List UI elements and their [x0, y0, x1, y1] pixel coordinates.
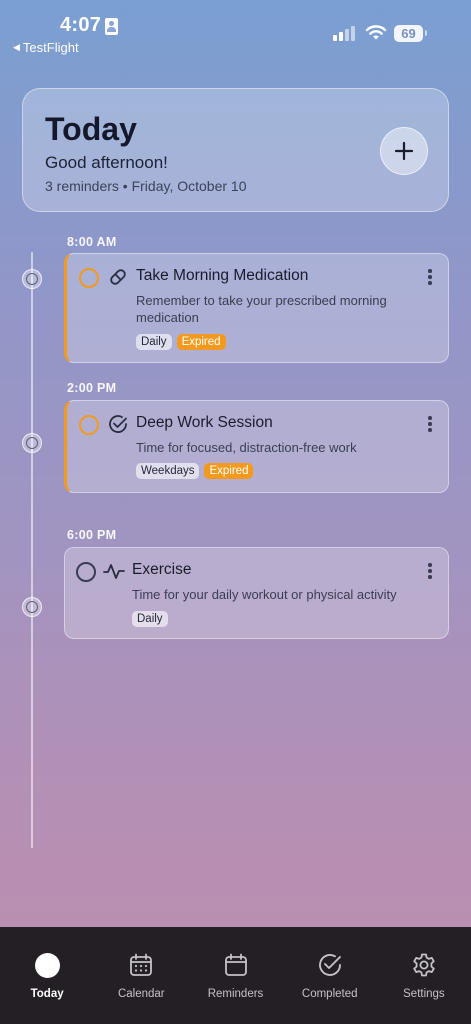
reminder-card-medication[interactable]: Take Morning Medication Remember to take…: [64, 253, 449, 363]
reminder-title: Exercise: [132, 561, 192, 578]
cellular-signal-icon: [333, 26, 355, 41]
plus-icon: [394, 141, 414, 161]
tab-label: Today: [30, 988, 64, 1000]
reminder-summary: 3 reminders • Friday, October 10: [45, 178, 247, 194]
reminder-description: Time for focused, distraction-free work: [136, 440, 357, 455]
tab-bar: Today Calendar Reminders Completed Setti…: [0, 927, 471, 1024]
reminder-time: 8:00 AM: [67, 235, 117, 249]
reminder-title: Take Morning Medication: [136, 267, 309, 284]
tab-reminders[interactable]: Reminders: [188, 927, 282, 1024]
reminder-description: Remember to take your prescribed morning…: [136, 293, 387, 325]
more-options-icon[interactable]: [428, 563, 432, 579]
timeline-dot: [22, 433, 42, 453]
gear-icon: [413, 953, 435, 977]
reminder-card-exercise[interactable]: Exercise Time for your daily workout or …: [64, 547, 449, 639]
tab-label: Calendar: [117, 988, 165, 1000]
pill-icon: [110, 269, 126, 285]
today-header-card: Today Good afternoon! 3 reminders • Frid…: [22, 88, 449, 212]
person-badge-icon: [105, 18, 118, 35]
reminder-tags: Daily Expired: [136, 334, 226, 350]
reminder-time: 2:00 PM: [67, 381, 117, 395]
tab-settings[interactable]: Settings: [377, 927, 471, 1024]
reminder-card-deep-work[interactable]: Deep Work Session Time for focused, dist…: [64, 400, 449, 493]
repeat-tag: Daily: [136, 334, 172, 350]
complete-toggle[interactable]: [79, 415, 99, 435]
tab-label: Settings: [403, 988, 445, 1000]
expired-badge: Expired: [176, 334, 226, 350]
activity-icon: [103, 564, 125, 579]
wifi-icon: [365, 25, 387, 40]
back-app-label: TestFlight: [22, 40, 79, 55]
expired-badge: Expired: [204, 463, 254, 479]
more-options-icon[interactable]: [428, 416, 432, 432]
page-title: Today: [45, 111, 137, 147]
back-arrow-icon: ◀: [13, 42, 20, 52]
calendar-grid-icon: [130, 953, 153, 976]
check-circle-icon: [109, 415, 127, 433]
reminder-title: Deep Work Session: [136, 414, 273, 431]
status-bar: 4:07 ◀ TestFlight 69: [0, 0, 471, 60]
timeline-dot: [22, 597, 42, 617]
tab-calendar[interactable]: Calendar: [94, 927, 188, 1024]
complete-toggle[interactable]: [79, 268, 99, 288]
tab-completed[interactable]: Completed: [283, 927, 377, 1024]
reminder-description: Time for your daily workout or physical …: [132, 587, 397, 602]
reminder-tags: Weekdays Expired: [136, 463, 254, 479]
repeat-tag: Daily: [132, 611, 168, 627]
greeting-text: Good afternoon!: [45, 153, 168, 172]
tab-today[interactable]: Today: [0, 927, 94, 1024]
check-circle-icon: [318, 954, 341, 976]
timeline-dot: [22, 269, 42, 289]
calendar-icon: [224, 953, 247, 976]
more-options-icon[interactable]: [428, 269, 432, 285]
tab-label: Reminders: [207, 988, 264, 1000]
reminder-tags: Daily: [132, 611, 168, 627]
status-time: 4:07: [60, 14, 102, 36]
today-dot-icon: [34, 952, 60, 978]
reminder-time: 6:00 PM: [67, 528, 117, 542]
complete-toggle[interactable]: [76, 562, 96, 582]
tab-label: Completed: [301, 988, 358, 1000]
timeline-line: [31, 252, 33, 848]
add-reminder-button[interactable]: [380, 127, 428, 175]
back-to-app-link[interactable]: ◀ TestFlight: [13, 40, 79, 55]
repeat-tag: Weekdays: [136, 463, 200, 479]
battery-icon: 69: [394, 25, 427, 42]
